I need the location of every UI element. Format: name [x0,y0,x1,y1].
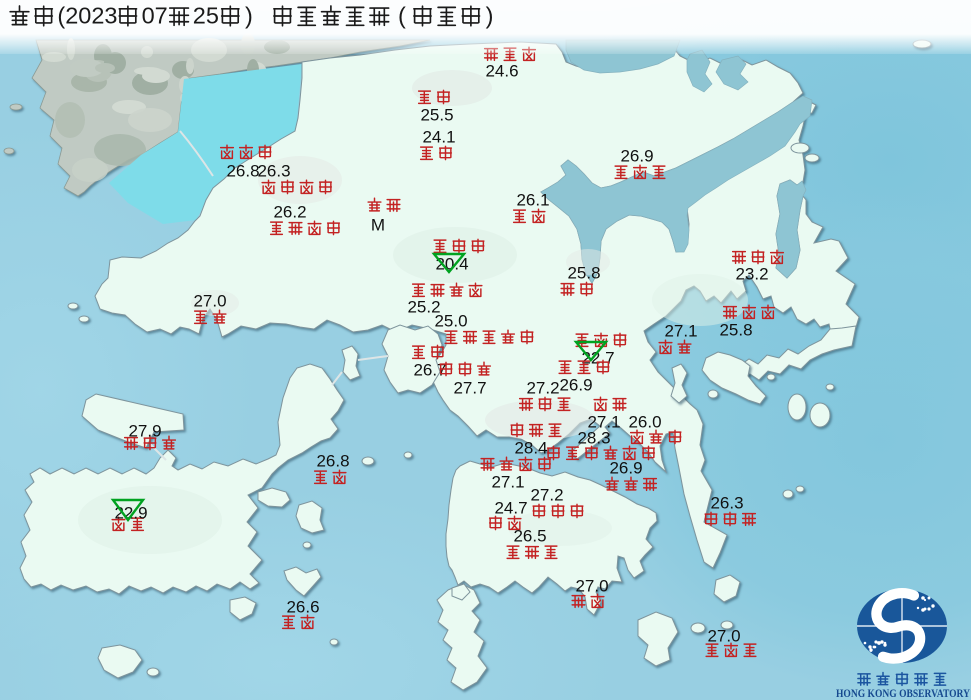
svg-text:27.0: 27.0 [575,577,608,596]
svg-text:23.2: 23.2 [735,265,768,284]
svg-text:26.3: 26.3 [257,162,290,181]
svg-text:25: 25 [193,3,219,29]
svg-text:26.5: 26.5 [513,527,546,546]
svg-text:26.9: 26.9 [559,376,592,395]
svg-text:25.0: 25.0 [434,312,467,331]
svg-text:27.7: 27.7 [453,379,486,398]
svg-text:HONG KONG OBSERVATORY: HONG KONG OBSERVATORY [836,688,971,700]
svg-text:27.1: 27.1 [491,473,524,492]
svg-text:25.8: 25.8 [719,321,752,340]
svg-text:20.4: 20.4 [435,255,468,274]
svg-text:25.8: 25.8 [567,264,600,283]
svg-text:26.9: 26.9 [620,147,653,166]
svg-text:26.8: 26.8 [226,162,259,181]
svg-text:): ) [486,3,494,29]
svg-text:27.0: 27.0 [193,292,226,311]
svg-text:22.9: 22.9 [114,504,147,523]
svg-text:M: M [371,216,385,235]
svg-text:(2023: (2023 [57,3,117,29]
svg-text:26.8: 26.8 [316,452,349,471]
svg-text:28.4: 28.4 [514,439,547,458]
svg-text:26.3: 26.3 [710,494,743,513]
svg-text:26.6: 26.6 [286,598,319,617]
svg-text:26.9: 26.9 [609,459,642,478]
svg-text:(: ( [398,3,406,29]
svg-text:27.0: 27.0 [707,627,740,646]
svg-text:26.0: 26.0 [628,413,661,432]
svg-text:26.1: 26.1 [516,191,549,210]
svg-text:26.2: 26.2 [273,203,306,222]
svg-text:27.1: 27.1 [664,322,697,341]
svg-text:): ) [245,3,253,29]
svg-text:27.2: 27.2 [526,379,559,398]
svg-text:24.7: 24.7 [494,499,527,518]
svg-text:24.6: 24.6 [485,62,518,81]
svg-text:25.5: 25.5 [420,106,453,125]
svg-text:24.1: 24.1 [422,128,455,147]
svg-text:27.9: 27.9 [128,422,161,441]
svg-text:27.2: 27.2 [530,486,563,505]
svg-text:26.7: 26.7 [413,361,446,380]
svg-text:28.3: 28.3 [577,429,610,448]
svg-text:07: 07 [142,3,168,29]
